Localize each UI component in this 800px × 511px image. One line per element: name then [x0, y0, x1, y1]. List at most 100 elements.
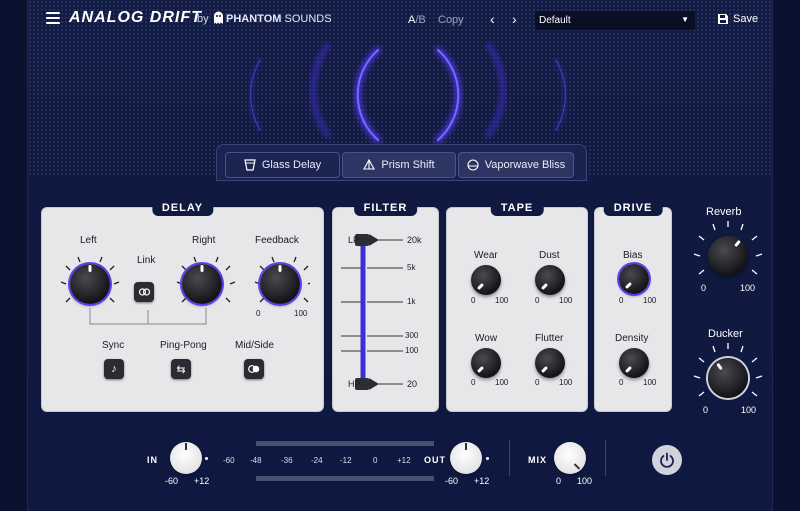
swap-arrows-icon: ⇆ — [176, 363, 186, 376]
reverb-max: 100 — [740, 283, 756, 293]
input-min: -60 — [165, 476, 179, 486]
tape-panel: TAPE Wear Dust 0 100 0 100 Wow Flutter 0… — [446, 201, 588, 412]
meter-scale-2: -36 — [281, 456, 293, 465]
ping-pong-label: Ping-Pong — [160, 340, 207, 351]
meter-scale-5: 0 — [373, 456, 378, 465]
reverb-knob[interactable] — [708, 236, 748, 276]
tick-5k: 5k — [407, 263, 416, 272]
save-button[interactable]: Save — [718, 13, 758, 25]
mix-max: 100 — [577, 476, 593, 486]
mix-label: MIX — [528, 455, 548, 465]
right-delay-knob[interactable] — [182, 264, 222, 304]
filter-panel: FILTER LP HP 20k 5k 1k 300 100 20 — [332, 201, 439, 412]
ghost-logo-icon — [214, 11, 223, 24]
wow-min: 0 — [471, 378, 476, 387]
dust-min: 0 — [535, 296, 540, 305]
output-gain-knob[interactable] — [450, 442, 482, 474]
flutter-label: Flutter — [535, 333, 564, 344]
plugin-window: ANALOG DRIFT by PHANTOM SOUNDS A/B Copy … — [27, 0, 773, 511]
wear-knob[interactable] — [471, 265, 501, 295]
wear-max: 100 — [495, 296, 509, 305]
input-max: +12 — [194, 476, 210, 486]
delay-panel: DELAY Left Right Link Feedback 0 100 Syn… — [41, 201, 324, 412]
feedback-max: 100 — [294, 309, 308, 318]
mix-knob[interactable] — [554, 442, 586, 474]
power-icon — [660, 452, 674, 468]
divider — [605, 440, 606, 476]
feedback-label: Feedback — [255, 235, 299, 246]
reverb-label: Reverb — [706, 206, 742, 218]
tab-glass-delay[interactable]: Glass Delay — [225, 152, 340, 178]
right-label: Right — [192, 235, 216, 246]
wow-max: 100 — [495, 378, 509, 387]
app-title: ANALOG DRIFT — [69, 9, 202, 26]
density-max: 100 — [643, 378, 657, 387]
density-label: Density — [615, 333, 649, 344]
hp-label: HP — [348, 379, 361, 389]
mid-side-icon — [248, 365, 260, 373]
link-button[interactable] — [134, 282, 154, 302]
floppy-disk-icon — [718, 14, 728, 24]
divider — [509, 440, 510, 476]
link-icon — [138, 288, 150, 296]
output-marker-dot — [486, 457, 489, 460]
cup-icon — [244, 159, 256, 171]
input-level-meter — [256, 441, 434, 446]
preset-dropdown[interactable]: Default ▼ — [535, 11, 695, 30]
density-min: 0 — [619, 378, 624, 387]
chevron-down-icon: ▼ — [681, 15, 689, 24]
wear-min: 0 — [471, 296, 476, 305]
meter-scale-0: -60 — [223, 456, 235, 465]
drive-title: DRIVE — [603, 201, 663, 216]
input-gain-knob[interactable] — [170, 442, 202, 474]
wow-knob[interactable] — [471, 348, 501, 378]
left-delay-knob[interactable] — [70, 264, 110, 304]
ab-compare-toggle[interactable]: A/B — [408, 14, 426, 26]
drive-panel: DRIVE Bias 0 100 Density 0 100 — [594, 201, 672, 412]
copy-button[interactable]: Copy — [438, 14, 464, 26]
ping-pong-button[interactable]: ⇆ — [171, 359, 191, 379]
mix-min: 0 — [556, 476, 562, 486]
mid-side-button[interactable] — [244, 359, 264, 379]
input-marker-dot — [205, 457, 208, 460]
brand-name: PHANTOM SOUNDS — [226, 13, 332, 25]
feedback-knob[interactable] — [260, 264, 300, 304]
meter-scale-3: -24 — [311, 456, 323, 465]
next-preset-button[interactable]: › — [512, 11, 517, 27]
flutter-min: 0 — [535, 378, 540, 387]
flutter-knob[interactable] — [535, 348, 565, 378]
dust-label: Dust — [539, 250, 560, 261]
output-level-meter — [256, 476, 434, 481]
output-label: OUT — [424, 455, 446, 465]
previous-preset-button[interactable]: ‹ — [490, 11, 495, 27]
wear-label: Wear — [474, 250, 498, 261]
sync-button[interactable]: ♪ — [104, 359, 124, 379]
tick-1k: 1k — [407, 297, 416, 306]
sun-icon — [467, 159, 479, 171]
prism-icon — [363, 159, 376, 170]
mid-side-label: Mid/Side — [235, 340, 274, 351]
dust-knob[interactable] — [535, 265, 565, 295]
output-max: +12 — [474, 476, 490, 486]
tab-vaporwave-bliss[interactable]: Vaporwave Bliss — [458, 152, 574, 178]
ducker-label: Ducker — [708, 328, 743, 340]
input-label: IN — [147, 455, 158, 465]
wow-label: Wow — [475, 333, 498, 344]
menu-icon[interactable] — [46, 12, 60, 24]
tick-100: 100 — [405, 346, 419, 355]
ducker-max: 100 — [741, 405, 757, 415]
lp-label: LP — [348, 235, 360, 245]
music-note-icon: ♪ — [111, 363, 117, 375]
meter-scale-6: +12 — [397, 456, 411, 465]
feedback-min: 0 — [256, 309, 261, 318]
ducker-knob[interactable] — [708, 358, 748, 398]
preset-style-tabs: Glass Delay Prism Shift Vaporwave Bliss — [216, 144, 587, 181]
tick-300: 300 — [405, 331, 419, 340]
power-bypass-button[interactable] — [652, 445, 682, 475]
bias-knob[interactable] — [619, 264, 649, 294]
bias-max: 100 — [643, 296, 657, 305]
density-knob[interactable] — [619, 348, 649, 378]
bias-min: 0 — [619, 296, 624, 305]
meter-scale-4: -12 — [340, 456, 352, 465]
tab-prism-shift[interactable]: Prism Shift — [342, 152, 456, 178]
